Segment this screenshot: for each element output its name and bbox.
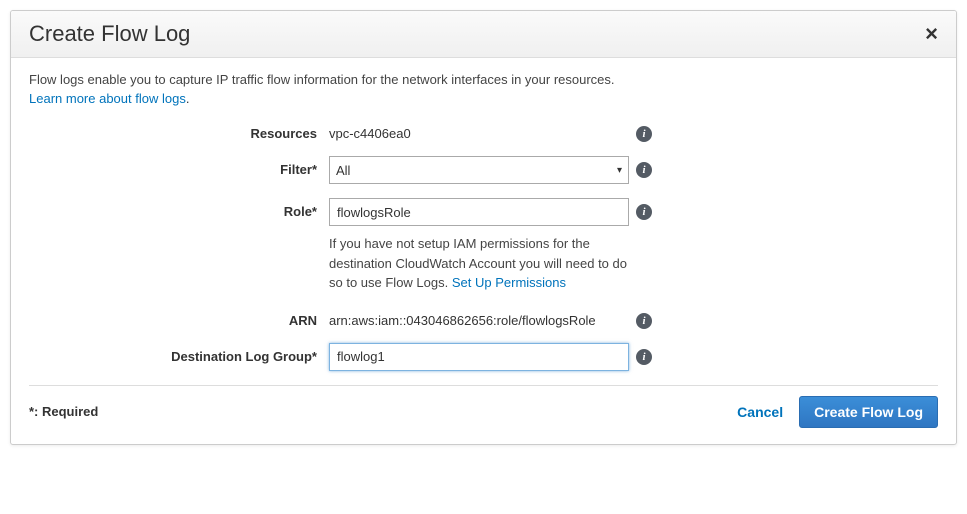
dialog-title: Create Flow Log — [29, 21, 190, 47]
dialog-header: Create Flow Log × — [11, 11, 956, 58]
close-icon[interactable]: × — [925, 23, 938, 45]
row-resources: Resources vpc-c4406ea0 i — [29, 120, 938, 142]
dialog-body: Flow logs enable you to capture IP traff… — [11, 58, 956, 385]
role-label: Role* — [29, 198, 329, 219]
dialog-description: Flow logs enable you to capture IP traff… — [29, 72, 938, 87]
info-icon[interactable]: i — [636, 204, 652, 220]
arn-value: arn:aws:iam::043046862656:role/flowlogsR… — [329, 307, 629, 328]
learn-more-suffix: . — [186, 91, 190, 106]
chevron-down-icon: ▾ — [617, 165, 622, 176]
row-destination-log-group: Destination Log Group* i — [29, 343, 938, 371]
role-hint: If you have not setup IAM permissions fo… — [329, 234, 629, 293]
form: Resources vpc-c4406ea0 i Filter* All ▾ i… — [29, 120, 938, 371]
footer-actions: Cancel Create Flow Log — [737, 396, 938, 428]
filter-select[interactable]: All ▾ — [329, 156, 629, 184]
create-flow-log-button[interactable]: Create Flow Log — [799, 396, 938, 428]
filter-selected-value: All — [336, 163, 350, 178]
set-up-permissions-link[interactable]: Set Up Permissions — [452, 275, 566, 290]
required-note: *: Required — [29, 404, 98, 419]
destination-log-group-input[interactable] — [329, 343, 629, 371]
learn-more-row: Learn more about flow logs. — [29, 91, 938, 106]
info-icon[interactable]: i — [636, 313, 652, 329]
arn-label: ARN — [29, 307, 329, 328]
destination-log-group-label: Destination Log Group* — [29, 343, 329, 364]
resources-label: Resources — [29, 120, 329, 141]
info-icon[interactable]: i — [636, 349, 652, 365]
info-icon[interactable]: i — [636, 126, 652, 142]
filter-label: Filter* — [29, 156, 329, 177]
row-filter: Filter* All ▾ i — [29, 156, 938, 184]
info-icon[interactable]: i — [636, 162, 652, 178]
row-role: Role* If you have not setup IAM permissi… — [29, 198, 938, 293]
cancel-button[interactable]: Cancel — [737, 404, 783, 420]
dialog-footer: *: Required Cancel Create Flow Log — [11, 386, 956, 444]
learn-more-link[interactable]: Learn more about flow logs — [29, 91, 186, 106]
resources-value: vpc-c4406ea0 — [329, 120, 629, 141]
create-flow-log-dialog: Create Flow Log × Flow logs enable you t… — [10, 10, 957, 445]
row-arn: ARN arn:aws:iam::043046862656:role/flowl… — [29, 307, 938, 329]
role-input[interactable] — [329, 198, 629, 226]
